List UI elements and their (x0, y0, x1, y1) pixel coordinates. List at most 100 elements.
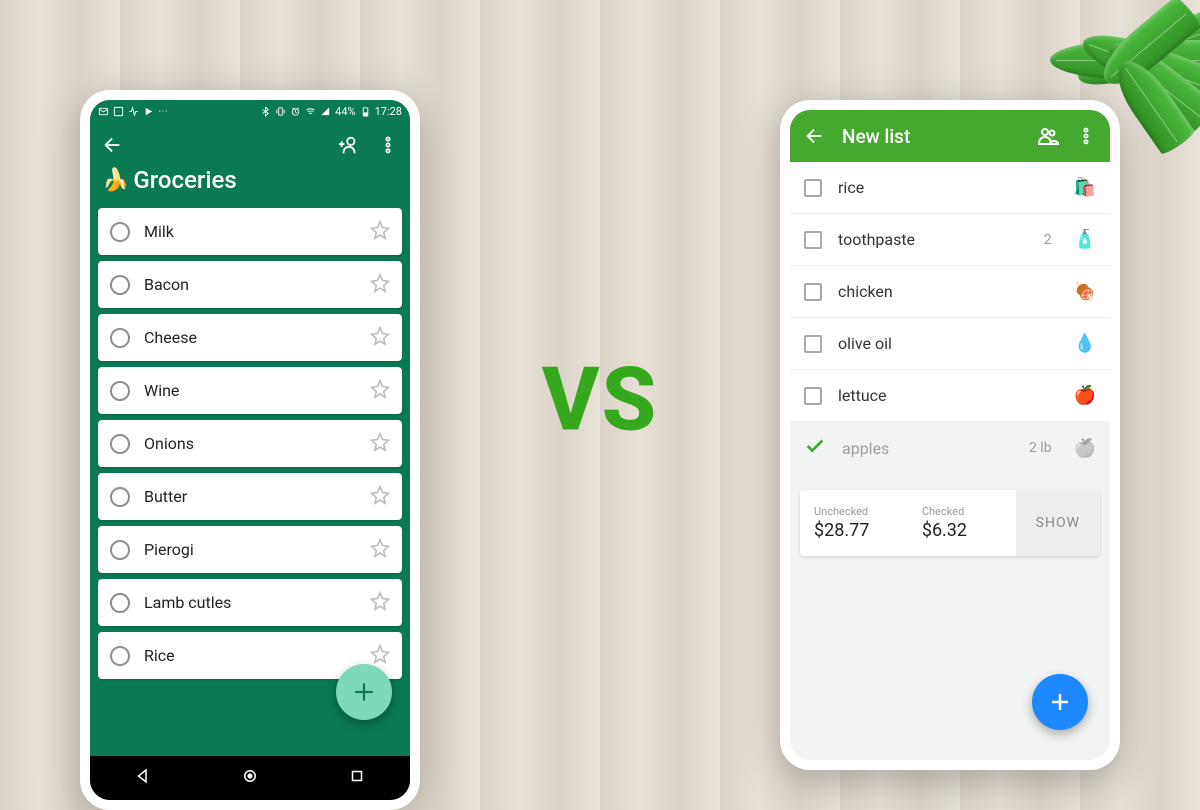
phone-right: New list rice 🛍️ toothpaste2🧴 chicken 🍖 olive… (780, 100, 1120, 770)
radio-unchecked-icon[interactable] (110, 275, 130, 295)
item-name: Lamb cutles (144, 593, 356, 612)
item-name: Onions (144, 434, 356, 453)
checked-label: Checked (922, 505, 1002, 518)
star-icon[interactable] (370, 485, 390, 509)
share-people-button[interactable] (1036, 124, 1060, 148)
totals-bar: Unchecked $28.77 Checked $6.32 SHOW (800, 490, 1100, 556)
checked-value: $6.32 (922, 520, 1002, 541)
list-item[interactable]: apples 2 lb 🍏 (790, 422, 1110, 474)
item-name: chicken (838, 282, 1058, 301)
star-icon[interactable] (370, 538, 390, 562)
list-item[interactable]: Milk (98, 208, 402, 255)
add-item-fab[interactable] (1032, 674, 1088, 730)
list-item[interactable]: Pierogi (98, 526, 402, 573)
item-name: Butter (144, 487, 356, 506)
star-icon[interactable] (370, 591, 390, 615)
more-notifications-icon: ⋯ (158, 106, 168, 117)
app-header-right: New list (790, 110, 1110, 162)
category-icon: 🍖 (1074, 281, 1096, 302)
mail-icon (98, 106, 109, 117)
back-button[interactable] (102, 134, 124, 156)
radio-unchecked-icon[interactable] (110, 540, 130, 560)
list-item[interactable]: olive oil 💧 (790, 318, 1110, 370)
list-item[interactable]: Lamb cutles (98, 579, 402, 626)
status-bar: ⋯ 44% (90, 100, 410, 122)
list-item[interactable]: toothpaste2🧴 (790, 214, 1110, 266)
checkbox-unchecked-icon[interactable] (804, 335, 822, 353)
unchecked-value: $28.77 (814, 520, 894, 541)
unchecked-label: Unchecked (814, 505, 894, 518)
radio-unchecked-icon[interactable] (110, 381, 130, 401)
more-menu-button[interactable] (378, 135, 398, 155)
vibrate-icon (275, 106, 286, 117)
category-icon: 🍏 (1074, 438, 1096, 459)
star-icon[interactable] (370, 326, 390, 350)
phone-left: ⋯ 44% (80, 90, 420, 810)
add-person-button[interactable] (338, 134, 360, 156)
nav-recents-button[interactable] (348, 767, 366, 789)
battery-icon (360, 106, 371, 117)
list-item[interactable]: lettuce 🍎 (790, 370, 1110, 422)
show-button[interactable]: SHOW (1016, 490, 1100, 556)
app-header-left: 🍌 Groceries (90, 122, 410, 208)
list-title: Groceries (133, 166, 236, 194)
back-button[interactable] (804, 125, 826, 147)
vs-label: VS (542, 349, 658, 452)
item-name: Cheese (144, 328, 356, 347)
activity-icon (128, 106, 139, 117)
item-name: apples (842, 439, 1013, 458)
item-name: Rice (144, 646, 356, 665)
item-name: lettuce (838, 386, 1058, 405)
item-name: Wine (144, 381, 356, 400)
wifi-icon (305, 106, 316, 117)
list-item[interactable]: chicken 🍖 (790, 266, 1110, 318)
android-nav-bar (90, 756, 410, 800)
checkbox-unchecked-icon[interactable] (804, 283, 822, 301)
list-item[interactable]: Onions (98, 420, 402, 467)
star-icon[interactable] (370, 644, 390, 668)
banana-icon: 🍌 (102, 168, 129, 193)
category-icon: 💧 (1074, 333, 1096, 354)
radio-unchecked-icon[interactable] (110, 646, 130, 666)
radio-unchecked-icon[interactable] (110, 434, 130, 454)
alarm-icon (290, 106, 301, 117)
play-icon (143, 106, 154, 117)
nav-back-button[interactable] (134, 767, 152, 789)
radio-unchecked-icon[interactable] (110, 328, 130, 348)
star-icon[interactable] (370, 432, 390, 456)
list-item[interactable]: Bacon (98, 261, 402, 308)
radio-unchecked-icon[interactable] (110, 222, 130, 242)
item-qty: 2 lb (1029, 440, 1052, 456)
checkbox-unchecked-icon[interactable] (804, 179, 822, 197)
clock-time: 17:28 (375, 105, 402, 118)
category-icon: 🧴 (1074, 229, 1096, 250)
add-item-fab[interactable] (336, 664, 392, 720)
category-icon: 🍎 (1074, 385, 1096, 406)
list-item[interactable]: Butter (98, 473, 402, 520)
star-icon[interactable] (370, 379, 390, 403)
list-item[interactable]: Wine (98, 367, 402, 414)
checkbox-unchecked-icon[interactable] (804, 231, 822, 249)
category-icon: 🛍️ (1074, 177, 1096, 198)
list-title: New list (842, 125, 1020, 148)
signal-icon (320, 106, 331, 117)
grocery-list-right[interactable]: rice 🛍️ toothpaste2🧴 chicken 🍖 olive oil 💧 lett… (790, 162, 1110, 474)
star-icon[interactable] (370, 273, 390, 297)
radio-unchecked-icon[interactable] (110, 487, 130, 507)
item-name: Pierogi (144, 540, 356, 559)
star-icon[interactable] (370, 220, 390, 244)
radio-unchecked-icon[interactable] (110, 593, 130, 613)
nav-home-button[interactable] (241, 767, 259, 789)
checkmark-icon[interactable] (804, 435, 826, 461)
item-name: rice (838, 178, 1058, 197)
image-icon (113, 106, 124, 117)
list-item[interactable]: Cheese (98, 314, 402, 361)
checkbox-unchecked-icon[interactable] (804, 387, 822, 405)
item-name: olive oil (838, 334, 1058, 353)
item-name: Milk (144, 222, 356, 241)
list-item[interactable]: rice 🛍️ (790, 162, 1110, 214)
item-name: Bacon (144, 275, 356, 294)
item-name: toothpaste (838, 230, 1028, 249)
more-menu-button[interactable] (1076, 126, 1096, 146)
bluetooth-icon (260, 106, 271, 117)
